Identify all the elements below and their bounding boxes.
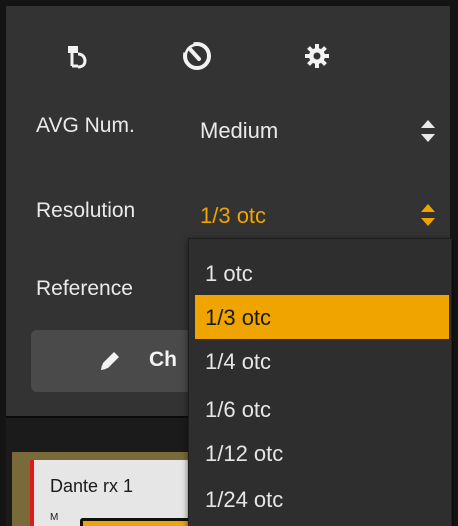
resolution-value[interactable]: 1/3 otc	[200, 203, 266, 229]
ch-button-label: Ch	[149, 348, 177, 371]
channel-name: Dante rx 1	[50, 476, 134, 496]
resolution-option[interactable]: 1/4 otc	[195, 339, 449, 383]
microphone-icon[interactable]	[54, 34, 100, 78]
resolution-label: Resolution	[36, 199, 136, 222]
avg-num-value[interactable]: Medium	[200, 118, 278, 144]
resolution-option-selected[interactable]: 1/3 otc	[195, 295, 449, 339]
reference-label: Reference	[36, 277, 133, 300]
pencil-icon	[97, 348, 123, 380]
resolution-spinner[interactable]	[419, 200, 437, 230]
resolution-option[interactable]: 1/6 otc	[195, 387, 449, 431]
resolution-option[interactable]: 1/24 otc	[195, 477, 449, 521]
avg-num-spinner[interactable]	[419, 116, 437, 146]
resolution-option[interactable]: 1 otc	[195, 251, 449, 295]
gauge-icon[interactable]	[174, 34, 220, 78]
resolution-dropdown: 1 otc 1/3 otc 1/4 otc 1/6 otc 1/12 otc 1…	[188, 238, 452, 526]
ch-button[interactable]: Ch	[31, 330, 201, 392]
channel-card[interactable]: Dante rx 1 M	[30, 460, 206, 526]
gear-icon[interactable]	[294, 34, 340, 78]
rta-settings-view: AVG Num. Medium Resolution 1/3 otc Refer…	[0, 0, 458, 526]
channel-tag: M	[50, 512, 59, 523]
avg-num-label: AVG Num.	[36, 114, 135, 137]
resolution-option[interactable]: 1/12 otc	[195, 431, 449, 475]
